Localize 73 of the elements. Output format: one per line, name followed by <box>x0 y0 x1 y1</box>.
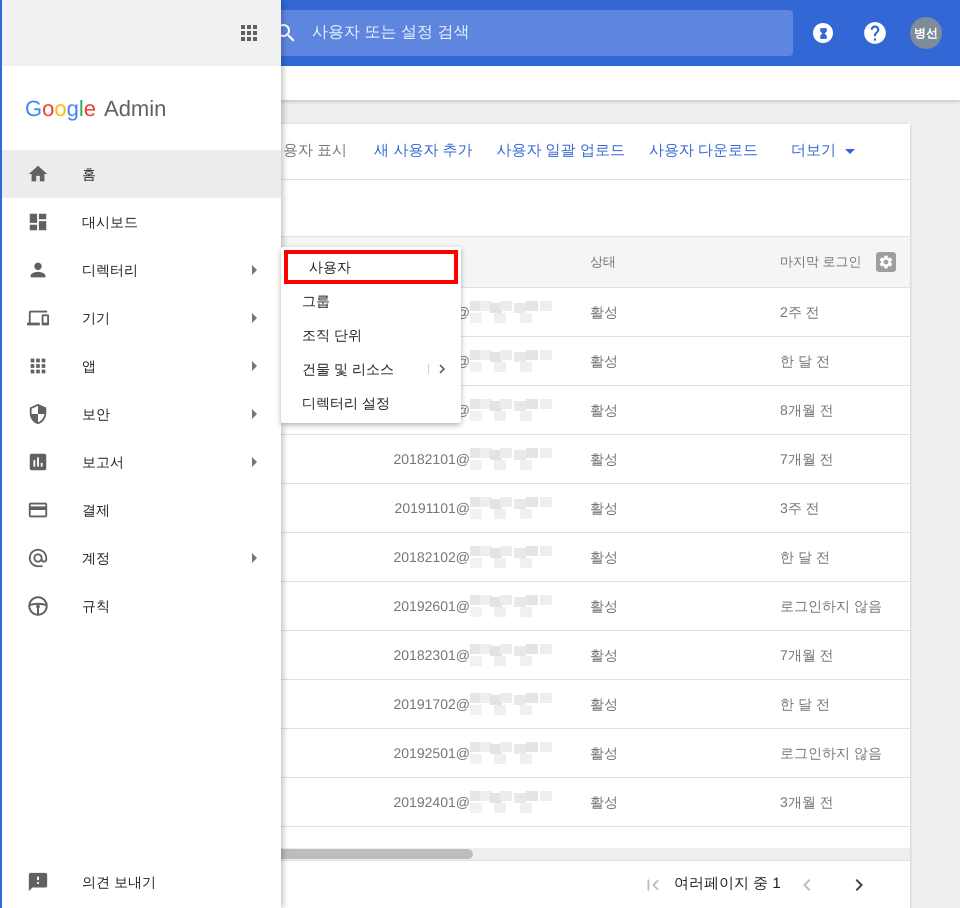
arrow-icon <box>252 553 257 563</box>
nav-item[interactable]: 홈 <box>2 150 281 198</box>
nav-item[interactable]: 보안 <box>2 390 281 438</box>
settings-icon[interactable] <box>876 252 896 272</box>
table-cell-text: 활성 <box>590 498 619 518</box>
table-cell-text: 2주 전 <box>780 302 820 322</box>
nav-item[interactable]: 앱 <box>2 342 281 390</box>
nav-item[interactable]: 규칙 <box>2 582 281 630</box>
arrow-icon <box>252 265 257 275</box>
table-cell-text: 활성 <box>590 450 619 468</box>
nav-item[interactable]: 디렉터리 <box>2 246 281 294</box>
bar-chart-icon <box>27 451 49 473</box>
table-cell-text: 한 달 전 <box>780 352 830 370</box>
view-label: 용자 표시 <box>283 141 348 162</box>
table-cell-text: 20192401@ <box>392 792 470 812</box>
table-cell-text: 8개월 전 <box>780 400 834 420</box>
table-cell-text: 활성 <box>590 744 619 762</box>
submenu-item[interactable]: 디렉터리 설정 <box>281 386 461 420</box>
dashboard-icon <box>27 211 49 233</box>
submenu-item[interactable]: 건물 및 리소스 <box>281 352 461 386</box>
at-sign-icon <box>27 547 49 569</box>
table-cell-text: 7개월 전 <box>780 646 834 664</box>
nav-item[interactable]: 대시보드 <box>2 198 281 246</box>
help-icon[interactable] <box>862 20 888 46</box>
table-cell-text: 한 달 전 <box>780 548 830 566</box>
shield-icon <box>27 403 49 425</box>
submenu-item[interactable]: 사용자 <box>284 250 458 284</box>
table-cell-text: 활성 <box>590 792 619 812</box>
feedback-item[interactable]: 의견 보내기 <box>2 858 281 906</box>
table-cell-text: 활성 <box>590 694 619 714</box>
table-cell-text: 활성 <box>590 646 619 664</box>
nav-item[interactable]: 계정 <box>2 534 281 582</box>
nav-item[interactable]: 보고서 <box>2 438 281 486</box>
table-cell-text: 20182102@ <box>392 548 470 566</box>
product-name: Admin <box>104 94 166 122</box>
table-cell-text: 활성 <box>590 302 619 322</box>
table-cell-text: 20182301@ <box>392 646 470 664</box>
table-cell-text: 7개월 전 <box>780 450 834 468</box>
hourglass-icon[interactable] <box>813 23 833 43</box>
column-header: 마지막 로그인 <box>780 253 863 272</box>
more-button[interactable]: 더보기 <box>791 140 856 163</box>
arrow-icon <box>252 457 257 467</box>
column-header: 상태 <box>590 253 617 272</box>
logo-text: Google <box>25 94 96 123</box>
table-cell-text: 3개월 전 <box>780 792 834 812</box>
table-cell-text: 3주 전 <box>780 498 820 518</box>
table-cell-text: 한 달 전 <box>780 694 830 714</box>
feedback-icon <box>27 871 49 893</box>
arrow-icon <box>252 361 257 371</box>
table-cell-text: 활성 <box>590 548 619 566</box>
nav-item[interactable]: 결제 <box>2 486 281 534</box>
table-cell-text: 활성 <box>590 352 619 370</box>
table-cell-text: 로그인하지 않음 <box>780 744 882 762</box>
table-cell-text: 20191101@ <box>394 498 470 518</box>
table-cell-text: 활성 <box>590 400 619 420</box>
caret-icon <box>845 149 856 154</box>
toolbar-link[interactable]: 새 사용자 추가 <box>374 140 473 163</box>
submenu-item[interactable]: 그룹 <box>281 284 461 318</box>
table-cell-text: 20191702@ <box>392 694 470 714</box>
toolbar-link[interactable]: 사용자 일괄 업로드 <box>496 140 625 163</box>
table-cell-text: 로그인하지 않음 <box>780 596 882 616</box>
table-cell-text: 활성 <box>590 596 619 616</box>
table-cell-text: 20192501@ <box>392 744 470 762</box>
table-cell-text: 20192601@ <box>392 596 470 616</box>
submenu-item[interactable]: 조직 단위 <box>281 318 461 352</box>
arrow-icon <box>252 313 257 323</box>
page-indicator: 여러페이지 중 1 <box>674 874 781 894</box>
steering-wheel-icon <box>27 595 49 617</box>
table-cell-text: 20182101@ <box>392 450 470 468</box>
arrow-icon <box>252 409 257 419</box>
nav-item[interactable]: 기기 <box>2 294 281 342</box>
toolbar-link[interactable]: 사용자 다운로드 <box>648 140 758 163</box>
chevron-icon <box>439 364 445 374</box>
